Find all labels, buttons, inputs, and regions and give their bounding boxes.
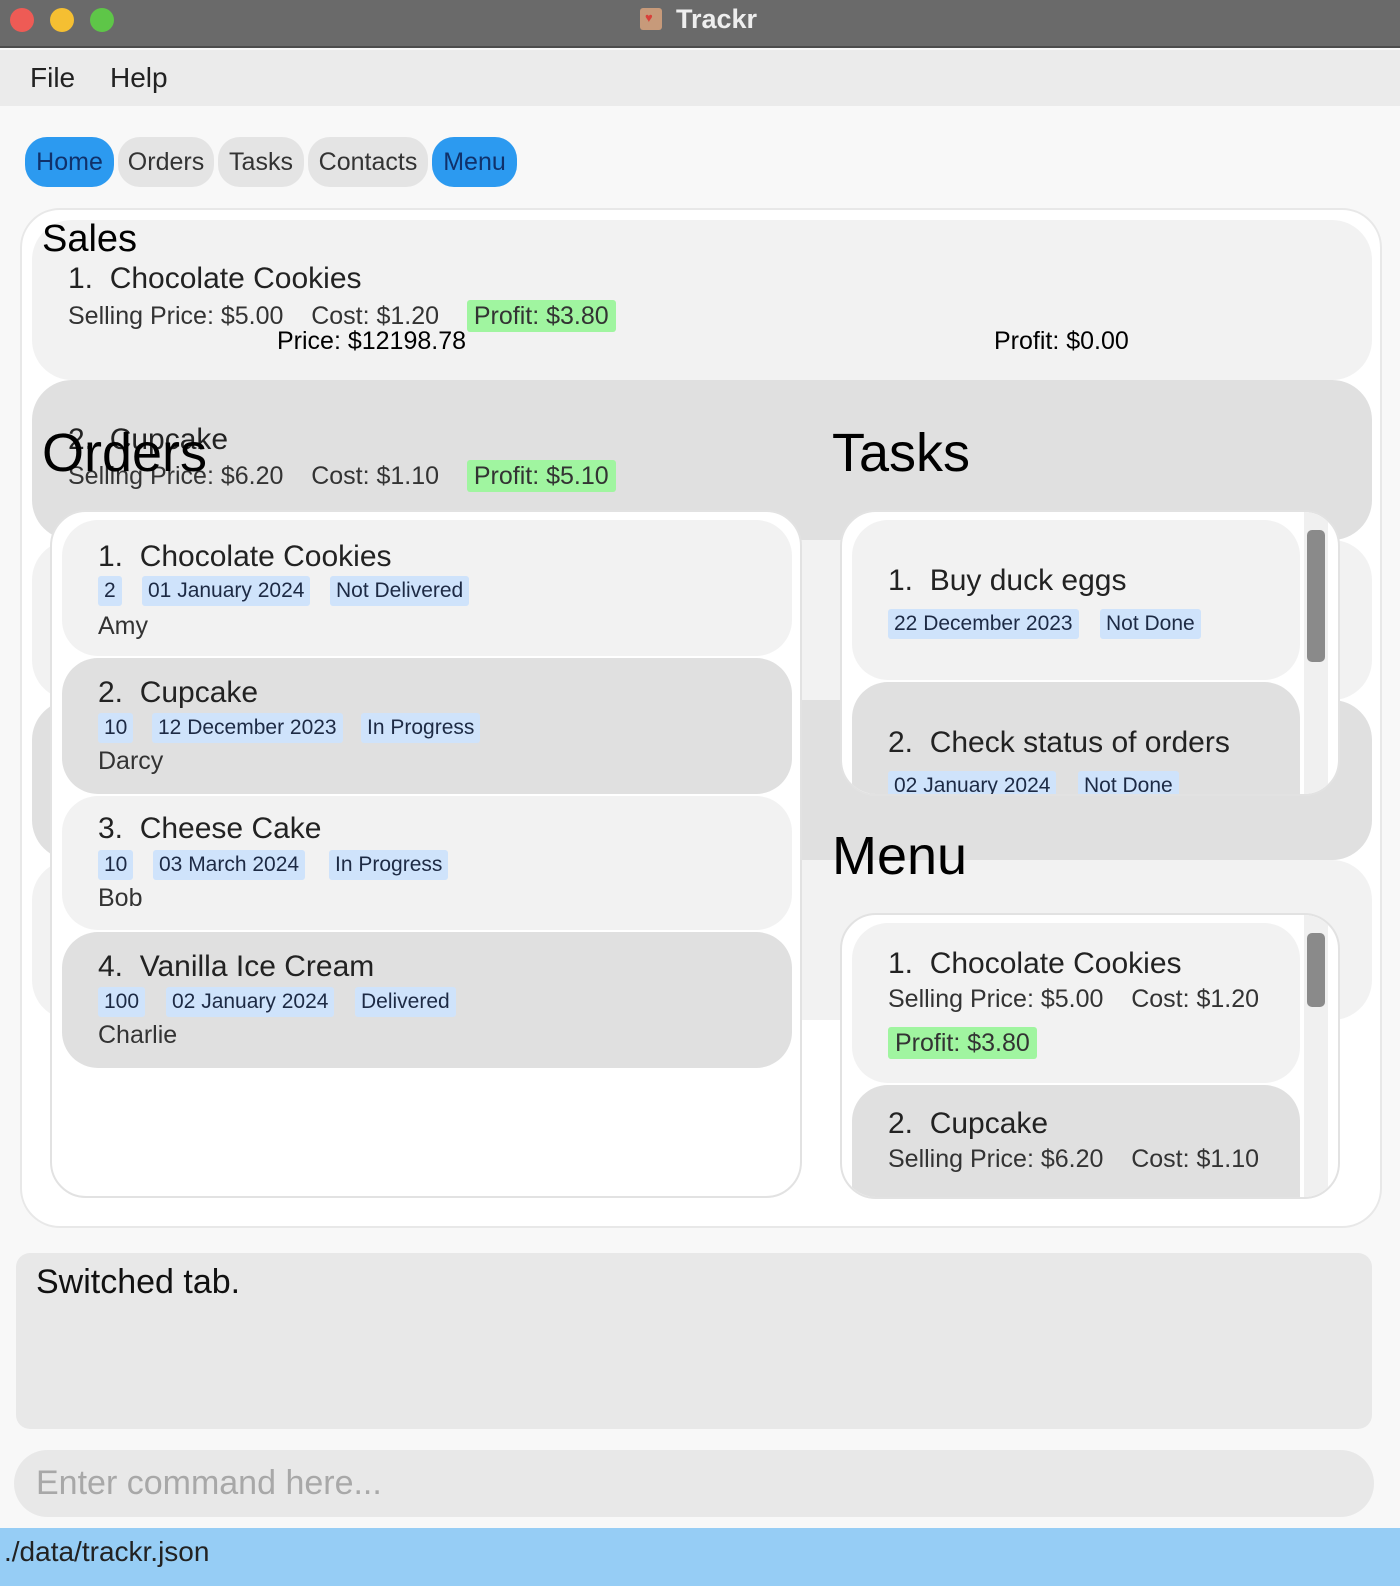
order-customer: Darcy (98, 747, 164, 775)
menu-scroll-thumb[interactable] (1307, 933, 1325, 1007)
result-message: Switched tab. (36, 1263, 241, 1301)
profit-badge: Profit: $3.80 (466, 300, 616, 332)
status-chip: In Progress (361, 713, 481, 743)
sales-item-name: 1. Chocolate Cookies (68, 262, 362, 295)
status-chip: In Progress (329, 850, 449, 880)
menu-help[interactable]: Help (110, 62, 168, 94)
order-name: 2. Cupcake (98, 676, 259, 709)
orders-title: Orders (42, 423, 208, 483)
order-name: 3. Cheese Cake (98, 812, 322, 845)
profit-badge: Profit: $3.80 (888, 1027, 1037, 1059)
status-chip: Not Delivered (330, 576, 470, 606)
cost: Cost: $1.20 (311, 302, 440, 330)
cost: Cost: $1.10 (311, 462, 440, 490)
profit-badge: Profit: $5.10 (466, 460, 616, 492)
task-name: 2. Check status of orders (888, 726, 1230, 759)
close-window-button[interactable] (10, 8, 34, 32)
order-card[interactable]: 4. Vanilla Ice Cream 100 02 January 2024… (62, 932, 792, 1068)
order-card[interactable]: 1. Chocolate Cookies 2 01 January 2024 N… (62, 520, 792, 656)
tab-tasks[interactable]: Tasks (218, 137, 304, 187)
order-customer: Bob (98, 884, 143, 912)
app-icon (640, 8, 662, 30)
sales-title: Sales (42, 218, 138, 260)
cost: Cost: $1.10 (1131, 1145, 1260, 1173)
result-display: Switched tab. (16, 1253, 1372, 1429)
order-name: 4. Vanilla Ice Cream (98, 950, 375, 983)
tab-contacts[interactable]: Contacts (308, 137, 428, 187)
order-customer: Amy (98, 612, 148, 640)
menu-item-prices: Selling Price: $5.00 Cost: $1.20 (888, 985, 1259, 1014)
menu-list[interactable]: 1. Chocolate Cookies Selling Price: $5.0… (840, 913, 1340, 1199)
quantity-chip: 10 (98, 713, 134, 743)
sales-row-background (32, 220, 1372, 380)
quantity-chip: 2 (98, 576, 122, 606)
menu-file[interactable]: File (30, 62, 75, 94)
selling-price: Selling Price: $5.00 (888, 985, 1104, 1013)
command-input[interactable] (14, 1450, 1374, 1517)
tab-home[interactable]: Home (25, 137, 114, 187)
window-titlebar: Trackr (0, 0, 1400, 48)
order-customer: Charlie (98, 1021, 178, 1049)
tab-orders[interactable]: Orders (118, 137, 214, 187)
order-name: 1. Chocolate Cookies (98, 540, 392, 573)
menu-title: Menu (832, 826, 968, 886)
task-card[interactable]: 1. Buy duck eggs 22 December 2023 Not Do… (852, 520, 1300, 680)
tab-menu[interactable]: Menu (432, 137, 517, 187)
window-title: Trackr (676, 4, 758, 34)
selling-price: Selling Price: $6.20 (888, 1145, 1104, 1173)
date-chip: 01 January 2024 (142, 576, 311, 606)
tasks-title: Tasks (832, 423, 971, 483)
task-name: 1. Buy duck eggs (888, 564, 1127, 597)
tasks-scroll-thumb[interactable] (1307, 530, 1325, 662)
date-chip: 02 January 2024 (888, 771, 1057, 794)
orders-list[interactable]: 1. Chocolate Cookies 2 01 January 2024 N… (50, 510, 802, 1198)
sales-total-profit: Profit: $0.00 (994, 327, 1129, 355)
status-chip: Not Done (1100, 609, 1201, 639)
cost: Cost: $1.20 (1131, 985, 1260, 1013)
date-chip: 22 December 2023 (888, 609, 1079, 639)
menu-card[interactable]: 1. Chocolate Cookies Selling Price: $5.0… (852, 923, 1300, 1083)
data-file-path: ./data/trackr.json (4, 1536, 210, 1567)
task-card[interactable]: 2. Check status of orders 02 January 202… (852, 682, 1300, 794)
quantity-chip: 10 (98, 850, 134, 880)
date-chip: 12 December 2023 (152, 713, 343, 743)
sales-total-price: Price: $12198.78 (277, 327, 467, 355)
quantity-chip: 100 (98, 987, 146, 1017)
zoom-window-button[interactable] (90, 8, 114, 32)
status-chip: Not Done (1078, 771, 1179, 794)
menu-item-prices: Selling Price: $6.20 Cost: $1.10 (888, 1145, 1259, 1174)
selling-price: Selling Price: $5.00 (68, 302, 284, 330)
menu-item-name: 1. Chocolate Cookies (888, 947, 1182, 980)
menu-item-name: 2. Cupcake (888, 1107, 1049, 1140)
date-chip: 03 March 2024 (153, 850, 306, 880)
menu-card[interactable]: 2. Cupcake Selling Price: $6.20 Cost: $1… (852, 1085, 1300, 1197)
date-chip: 02 January 2024 (166, 987, 335, 1017)
status-bar: ./data/trackr.json (0, 1528, 1400, 1586)
menu-bar: File Help (0, 50, 1400, 106)
order-card[interactable]: 2. Cupcake 10 12 December 2023 In Progre… (62, 658, 792, 794)
tasks-list[interactable]: 1. Buy duck eggs 22 December 2023 Not Do… (840, 510, 1340, 796)
home-panel: Sales 1. Chocolate Cookies Selling Price… (20, 208, 1382, 1228)
order-card[interactable]: 3. Cheese Cake 10 03 March 2024 In Progr… (62, 796, 792, 930)
menu-item-profit: Profit: $3.80 (888, 1027, 1037, 1059)
status-chip: Delivered (355, 987, 456, 1017)
minimize-window-button[interactable] (50, 8, 74, 32)
